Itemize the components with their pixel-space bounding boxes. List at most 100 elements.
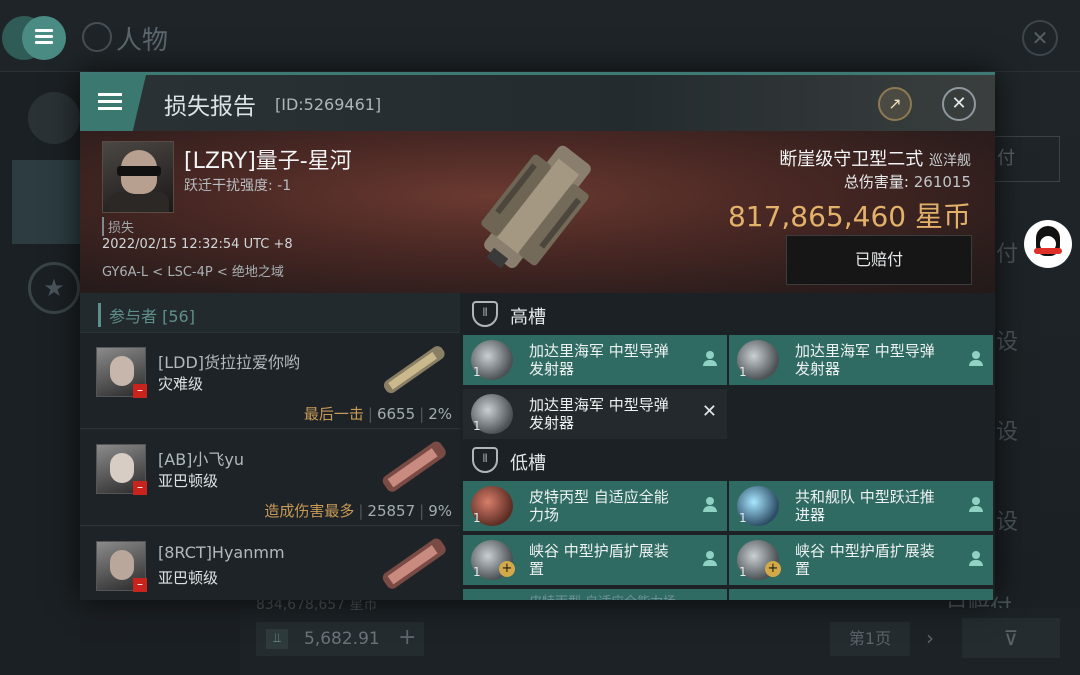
fitting-panel: ⫴ 高槽 1 加达里海军 中型导弹发射器 1 加达里海军 中型导弹发射器 1 加… xyxy=(460,293,995,600)
tech-level-icon: + xyxy=(765,561,781,577)
participant-ship: 灾难级 xyxy=(158,375,204,393)
hostile-icon: – xyxy=(133,384,147,398)
module-item[interactable]: 1 共和舰队 中型跃迁推进器 xyxy=(729,481,993,531)
hostile-icon: – xyxy=(133,578,147,592)
menu-icon xyxy=(35,29,53,45)
module-item[interactable]: 1 + 峡谷 中型护盾扩展装置 xyxy=(463,535,727,585)
page-indicator[interactable]: 第1页 xyxy=(830,622,910,656)
top-damage-tag: 造成伤害最多 xyxy=(264,502,355,520)
module-item[interactable]: 1 加达里海军 中型导弹发射器 xyxy=(463,335,727,385)
pilot-name[interactable]: [LZRY]量子-星河 xyxy=(184,143,352,175)
final-blow-tag: 最后一击 xyxy=(303,405,364,423)
background-menu-button[interactable] xyxy=(22,16,66,60)
module-item-partial[interactable]: 皮特丙型 自适应全能力场 xyxy=(463,589,727,600)
loss-tag: 损失 xyxy=(102,217,134,236)
module-name: 共和舰队 中型跃迁推进器 xyxy=(795,488,935,524)
module-quantity: 1 xyxy=(473,419,481,433)
add-icon[interactable]: + xyxy=(398,625,416,650)
module-quantity: 1 xyxy=(473,365,481,379)
filter-icon[interactable]: ⊽ xyxy=(962,618,1060,658)
loss-report-dialog: 损失报告 [ID:5269461] ↗ ✕ [LZRY]量子-星河 跃迁干扰强度… xyxy=(80,72,995,600)
hostile-icon: – xyxy=(133,481,147,495)
pilot-icon xyxy=(703,551,717,567)
participant-row[interactable]: – [8RCT]Hyanmm 亚巴顿级 xyxy=(80,527,460,600)
kill-location[interactable]: GY6A-L < LSC-4P < 绝地之域 xyxy=(102,261,284,280)
module-quantity: 1 xyxy=(739,511,747,525)
weapon-icon xyxy=(382,441,446,492)
module-quantity: 1 xyxy=(739,365,747,379)
total-damage: 总伤害量: 261015 xyxy=(844,171,971,192)
participant-percent: 2% xyxy=(428,405,452,423)
paid-button[interactable]: 已赔付 xyxy=(786,235,972,285)
pilot-portrait[interactable] xyxy=(102,141,174,213)
module-item[interactable]: 1 + 峡谷 中型护盾扩展装置 xyxy=(729,535,993,585)
pilot-icon xyxy=(969,551,983,567)
qq-penguin-icon[interactable] xyxy=(1024,220,1072,268)
participant-damage: 6655 xyxy=(376,405,416,423)
participant-avatar: – xyxy=(96,347,147,398)
module-name: 峡谷 中型护盾扩展装置 xyxy=(529,542,669,578)
pilot-icon xyxy=(969,351,983,367)
menu-icon xyxy=(98,93,122,114)
close-icon[interactable]: ✕ xyxy=(942,87,976,121)
module-item-partial[interactable] xyxy=(729,589,993,600)
background-text: 设 xyxy=(996,330,1019,355)
wallet-value: 5,682.91 xyxy=(304,629,380,649)
participants-panel: 参与者 [56] – [LDD]货拉拉爱你哟 灾难级 最后一击 | 6655 | 2% … xyxy=(80,293,460,600)
high-slot-section: ⫴ 高槽 xyxy=(460,293,995,333)
pilot-icon xyxy=(703,351,717,367)
participant-avatar: – xyxy=(96,541,147,592)
participant-row[interactable]: – [LDD]货拉拉爱你哟 灾难级 最后一击 | 6655 | 2% xyxy=(80,333,460,429)
ship-name[interactable]: 断崖级守卫型二式 巡洋舰 xyxy=(779,145,971,171)
total-damage-value: 261015 xyxy=(913,173,971,191)
tech-level-icon: + xyxy=(499,561,515,577)
module-name: 加达里海军 中型导弹发射器 xyxy=(529,396,669,432)
background-text: 设 xyxy=(996,420,1019,445)
pilot-icon xyxy=(703,497,717,513)
victim-banner: [LZRY]量子-星河 跃迁干扰强度: -1 损失 2022/02/15 12:… xyxy=(80,131,995,293)
warp-jam-strength: 跃迁干扰强度: -1 xyxy=(184,178,292,194)
ship-name-text: 断崖级守卫型二式 xyxy=(779,149,924,170)
module-item[interactable]: 1 加达里海军 中型导弹发射器 ✕ xyxy=(463,389,727,439)
high-slot-icon: ⫴ xyxy=(472,301,498,327)
wallet-icon: ⫫ xyxy=(266,629,288,649)
module-quantity: 1 xyxy=(473,511,481,525)
sidebar-star-icon[interactable]: ★ xyxy=(28,262,80,314)
module-quantity: 1 xyxy=(473,565,481,579)
loss-value: 817,865,460 星币 xyxy=(728,195,971,235)
module-name: 皮特丙型 自适应全能力场 xyxy=(529,488,669,524)
total-damage-label: 总伤害量: xyxy=(843,173,909,191)
participant-ship: 亚巴顿级 xyxy=(158,472,219,490)
dialog-menu-button[interactable] xyxy=(80,75,146,131)
kill-datetime: 2022/02/15 12:32:54 UTC +8 xyxy=(102,237,293,252)
background-text: 付 xyxy=(996,242,1019,267)
report-id[interactable]: [ID:5269461] xyxy=(275,95,381,114)
sidebar-combat-tab[interactable] xyxy=(12,160,80,244)
sidebar-list-icon[interactable] xyxy=(28,92,80,144)
participant-stats: 最后一击 | 6655 | 2% xyxy=(303,405,452,423)
participant-ship: 亚巴顿级 xyxy=(158,569,219,587)
participant-row[interactable]: – [AB]小飞yu 亚巴顿级 造成伤害最多 | 25857 | 9% xyxy=(80,430,460,526)
share-icon[interactable]: ↗ xyxy=(878,87,912,121)
background-text: 设 xyxy=(996,510,1019,535)
module-name: 皮特丙型 自适应全能力场 xyxy=(529,591,676,600)
module-quantity: 1 xyxy=(739,565,747,579)
dialog-title: 损失报告 xyxy=(164,94,256,120)
module-name: 加达里海军 中型导弹发射器 xyxy=(795,342,935,378)
background-close-icon[interactable]: ✕ xyxy=(1022,20,1058,56)
game-screen: 人物 ✕ ★ 付 付 设 设 设 已赔付 834,678,657 星币 ⫫ 5,… xyxy=(0,0,1080,675)
dialog-header: 损失报告 [ID:5269461] ↗ ✕ xyxy=(80,75,995,131)
participant-stats: 造成伤害最多 | 25857 | 9% xyxy=(264,502,452,520)
ship-class: 巡洋舰 xyxy=(929,153,971,169)
participant-name: [8RCT]Hyanmm xyxy=(158,543,285,562)
background-title: 人物 xyxy=(116,26,169,56)
destroyed-x-icon: ✕ xyxy=(701,401,717,422)
module-name: 峡谷 中型护盾扩展装置 xyxy=(795,542,935,578)
participant-name: [AB]小飞yu xyxy=(158,450,245,469)
next-page-icon[interactable]: › xyxy=(926,626,934,650)
pilot-icon xyxy=(969,497,983,513)
module-item[interactable]: 1 加达里海军 中型导弹发射器 xyxy=(729,335,993,385)
low-slot-icon: ⫴ xyxy=(472,447,498,473)
ship-image[interactable] xyxy=(460,135,610,285)
module-item[interactable]: 1 皮特丙型 自适应全能力场 xyxy=(463,481,727,531)
